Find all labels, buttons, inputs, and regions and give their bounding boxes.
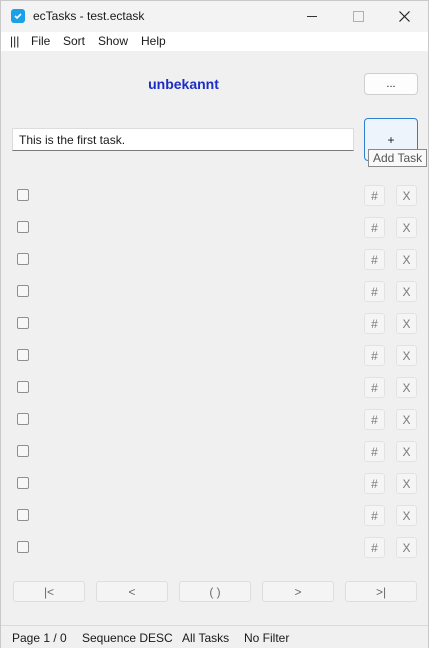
status-title: unbekannt xyxy=(148,76,219,92)
menu-file[interactable]: File xyxy=(31,34,50,48)
prev-page-button[interactable]: < xyxy=(96,581,168,602)
close-icon xyxy=(398,11,410,22)
task-delete-button[interactable]: X xyxy=(396,249,417,270)
task-input[interactable] xyxy=(12,128,354,151)
status-sequence: Sequence DESC xyxy=(82,631,173,645)
task-row: # X xyxy=(1,249,428,271)
task-number-button[interactable]: # xyxy=(364,377,385,398)
task-checkbox[interactable] xyxy=(17,477,29,489)
task-row: # X xyxy=(1,281,428,303)
app-check-icon xyxy=(11,9,25,23)
task-number-button[interactable]: # xyxy=(364,505,385,526)
task-number-button[interactable]: # xyxy=(364,281,385,302)
minimize-icon xyxy=(307,16,317,17)
app-window: ecTasks - test.ectask ||| File Sort Show… xyxy=(0,0,429,648)
task-checkbox[interactable] xyxy=(17,317,29,329)
task-row: # X xyxy=(1,313,428,335)
task-checkbox[interactable] xyxy=(17,413,29,425)
task-delete-button[interactable]: X xyxy=(396,473,417,494)
status-bar: Page 1 / 0 Sequence DESC All Tasks No Fi… xyxy=(1,625,428,648)
task-row: # X xyxy=(1,505,428,527)
task-row: # X xyxy=(1,345,428,367)
task-delete-button[interactable]: X xyxy=(396,217,417,238)
task-row: # X xyxy=(1,441,428,463)
task-checkbox[interactable] xyxy=(17,381,29,393)
task-checkbox[interactable] xyxy=(17,349,29,361)
status-filter: No Filter xyxy=(244,631,290,645)
task-row: # X xyxy=(1,185,428,207)
task-checkbox[interactable] xyxy=(17,285,29,297)
task-checkbox[interactable] xyxy=(17,445,29,457)
task-number-button[interactable]: # xyxy=(364,473,385,494)
status-scope: All Tasks xyxy=(182,631,230,645)
window-title: ecTasks - test.ectask xyxy=(33,9,145,23)
title-bar: ecTasks - test.ectask xyxy=(1,1,428,32)
status-page: Page 1 / 0 xyxy=(12,631,67,645)
menu-bar: ||| File Sort Show Help xyxy=(1,32,428,51)
task-delete-button[interactable]: X xyxy=(396,377,417,398)
more-button[interactable]: ... xyxy=(364,73,418,95)
next-page-button[interactable]: > xyxy=(262,581,334,602)
task-checkbox[interactable] xyxy=(17,189,29,201)
close-button[interactable] xyxy=(381,1,427,32)
add-task-tooltip: Add Task xyxy=(368,149,428,167)
maximize-icon xyxy=(352,11,364,22)
menu-sort[interactable]: Sort xyxy=(63,34,85,48)
task-checkbox[interactable] xyxy=(17,253,29,265)
task-delete-button[interactable]: X xyxy=(396,537,417,558)
task-number-button[interactable]: # xyxy=(364,345,385,366)
task-delete-button[interactable]: X xyxy=(396,409,417,430)
task-row: # X xyxy=(1,537,428,559)
task-delete-button[interactable]: X xyxy=(396,345,417,366)
task-checkbox[interactable] xyxy=(17,509,29,521)
task-row: # X xyxy=(1,217,428,239)
task-number-button[interactable]: # xyxy=(364,185,385,206)
task-row: # X xyxy=(1,377,428,399)
menu-show[interactable]: Show xyxy=(98,34,128,48)
task-number-button[interactable]: # xyxy=(364,441,385,462)
hamburger-menu[interactable]: ||| xyxy=(10,34,19,48)
last-page-button[interactable]: >| xyxy=(345,581,417,602)
first-page-button[interactable]: |< xyxy=(13,581,85,602)
task-number-button[interactable]: # xyxy=(364,313,385,334)
task-checkbox[interactable] xyxy=(17,221,29,233)
task-delete-button[interactable]: X xyxy=(396,185,417,206)
menu-help[interactable]: Help xyxy=(141,34,166,48)
task-number-button[interactable]: # xyxy=(364,217,385,238)
task-number-button[interactable]: # xyxy=(364,537,385,558)
minimize-button[interactable] xyxy=(289,1,335,32)
task-number-button[interactable]: # xyxy=(364,249,385,270)
task-delete-button[interactable]: X xyxy=(396,441,417,462)
task-row: # X xyxy=(1,409,428,431)
task-delete-button[interactable]: X xyxy=(396,505,417,526)
task-checkbox[interactable] xyxy=(17,541,29,553)
task-number-button[interactable]: # xyxy=(364,409,385,430)
task-delete-button[interactable]: X xyxy=(396,313,417,334)
task-delete-button[interactable]: X xyxy=(396,281,417,302)
maximize-button[interactable] xyxy=(335,1,381,32)
task-row: # X xyxy=(1,473,428,495)
current-page-button[interactable]: ( ) xyxy=(179,581,251,602)
